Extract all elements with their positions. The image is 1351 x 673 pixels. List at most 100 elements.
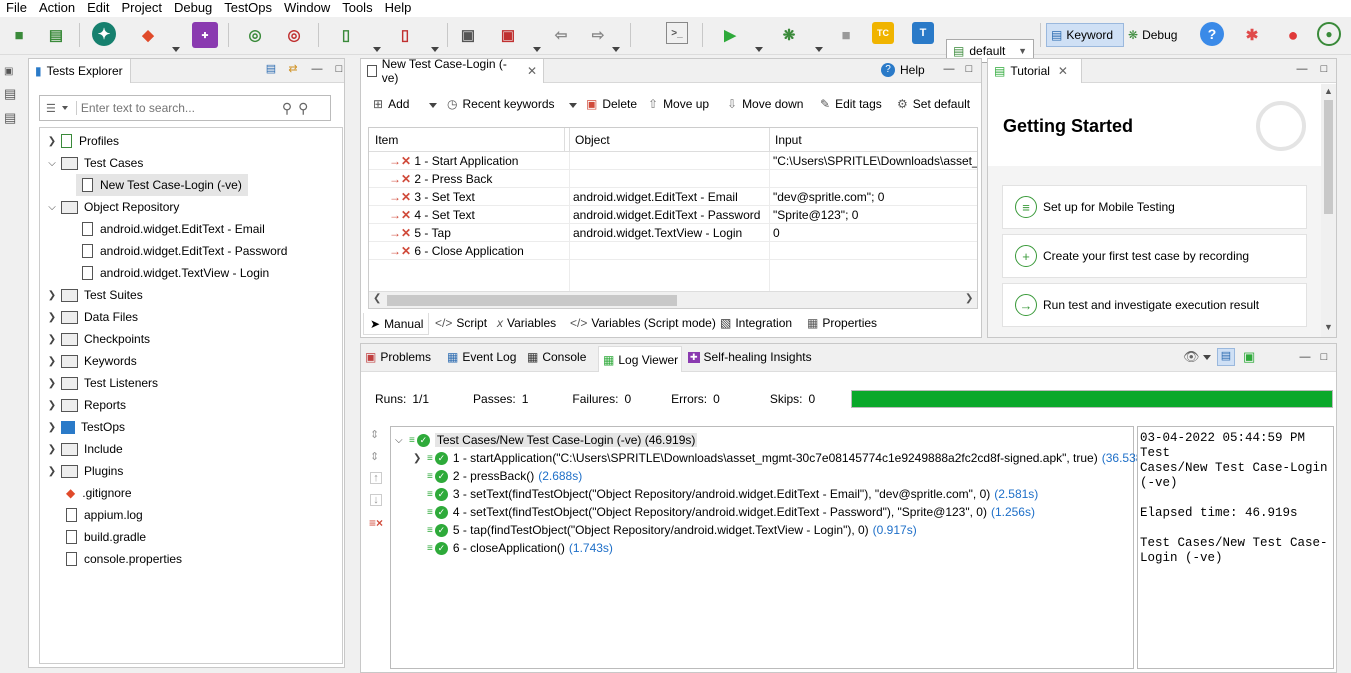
add-button[interactable]: ⊞ Add (373, 97, 409, 111)
collapse-icon[interactable]: ⇕ (370, 428, 379, 441)
chevron-down-icon[interactable]: ⌵ (46, 202, 58, 213)
scroll-down-icon[interactable]: ▼ (1324, 322, 1333, 332)
move-down-button[interactable]: ⇩ Move down (727, 97, 803, 111)
log-step-row[interactable]: ≡ ✓ 4 - setText(findTestObject("Object Rep… (427, 503, 1035, 521)
tree-item-data-files[interactable]: ❯ Data Files (46, 306, 138, 328)
tab-log-viewer[interactable]: ▦ Log Viewer (598, 346, 682, 372)
tab-self-healing[interactable]: ✚ Self-healing Insights (688, 346, 812, 368)
chevron-right-icon[interactable]: ❯ (413, 453, 427, 464)
scroll-left-icon[interactable]: ❮ (373, 293, 381, 304)
tutorial-scrollbar[interactable]: ▲ ▼ (1321, 84, 1336, 337)
log-step-row[interactable]: ≡ ✓ 6 - closeApplication() (1.743s) (427, 539, 613, 557)
menu-file[interactable]: File (0, 0, 33, 17)
next-failure-icon[interactable]: ↓ (370, 494, 382, 506)
scroll-right-icon[interactable]: ❯ (965, 293, 973, 304)
chevron-right-icon[interactable]: ❯ (46, 290, 58, 301)
tree-item-profiles[interactable]: ❯ Profiles (46, 130, 119, 152)
tab-event-log[interactable]: ▦ Event Log (447, 346, 516, 368)
tab-properties[interactable]: ▦ Properties (807, 316, 877, 330)
notification-icon[interactable]: ● (1280, 22, 1306, 48)
tree-item-appium-log[interactable]: appium.log (66, 504, 143, 526)
tab-manual[interactable]: ➤ Manual (363, 313, 429, 335)
log-step-row[interactable]: ❯ ≡ ✓ 1 - startApplication("C:\Users\SPRITL… (413, 449, 1152, 467)
git-icon[interactable]: ◆ (135, 22, 161, 48)
chevron-right-icon[interactable]: ❯ (46, 466, 58, 477)
tree-view-icon[interactable]: ▤ (1217, 348, 1235, 366)
column-input[interactable]: Input (775, 128, 975, 152)
recent-keywords-button[interactable]: ◷ Recent keywords (447, 97, 555, 111)
log-step-row[interactable]: ≡ ✓ 3 - setText(findTestObject("Object Rep… (427, 485, 1038, 503)
tree-item-reports[interactable]: ❯ Reports (46, 394, 126, 416)
log-root-row[interactable]: ⌵ ≡ ✓ Test Cases/New Test Case-Login (-ve) … (395, 431, 698, 449)
show-failures-icon[interactable]: ≡× (369, 516, 383, 530)
tree-item-checkpoints[interactable]: ❯ Checkpoints (46, 328, 150, 350)
tab-test-case-login[interactable]: New Test Case-Login (-ve) ✕ (361, 57, 544, 85)
table-row[interactable]: →✕ 5 - Tap android.widget.TextView - Logi… (369, 224, 977, 242)
eye-icon[interactable]: 👁 (1183, 349, 1200, 365)
run-icon[interactable]: ▶ (717, 22, 743, 48)
minimize-icon[interactable]: — (1296, 64, 1308, 76)
outline-min-icon[interactable]: ▤ (4, 110, 16, 126)
tab-variables[interactable]: x Variables (497, 316, 556, 330)
keyword-mode-toggle[interactable]: ▤ Keyword (1046, 23, 1124, 47)
self-healing-icon[interactable]: ✚ (192, 22, 218, 48)
tab-tutorial[interactable]: ▤ Tutorial ✕ (988, 59, 1082, 83)
tree-item-textview-login[interactable]: android.widget.TextView - Login (82, 262, 269, 284)
add-dropdown-icon[interactable] (429, 103, 437, 108)
set-default-button[interactable]: ⚙ Set default (897, 97, 981, 111)
gift-icon[interactable]: ✱ (1239, 22, 1265, 48)
menu-action[interactable]: Action (33, 0, 81, 17)
windows-spy-icon[interactable]: ▣ (455, 22, 481, 48)
maximize-icon[interactable]: □ (1318, 64, 1330, 76)
stop-icon[interactable]: ■ (833, 22, 859, 48)
menu-testops[interactable]: TestOps (218, 0, 278, 17)
tree-item-plugins[interactable]: ❯ Plugins (46, 460, 124, 482)
log-step-row[interactable]: ≡ ✓ 5 - tap(findTestObject("Object Reposit… (427, 521, 917, 539)
tree-item-console-properties[interactable]: console.properties (66, 548, 182, 570)
collapse-all-icon[interactable]: ▤ (265, 64, 277, 76)
explorer-min-icon[interactable]: ▤ (4, 86, 16, 102)
minimize-icon[interactable]: — (1299, 352, 1311, 364)
chevron-right-icon[interactable]: ❯ (46, 400, 58, 411)
tree-item-test-listeners[interactable]: ❯ Test Listeners (46, 372, 158, 394)
search-input[interactable] (75, 101, 276, 115)
maximize-icon[interactable]: □ (963, 64, 975, 76)
tab-variables-script[interactable]: </> Variables (Script mode) (570, 316, 716, 330)
delete-button[interactable]: ▣ Delete (586, 97, 637, 111)
column-item[interactable]: Item (375, 128, 565, 152)
testcloud-icon[interactable]: TC (872, 22, 894, 44)
card-mobile-setup[interactable]: ≡ Set up for Mobile Testing (1002, 185, 1307, 229)
back-icon[interactable]: ⇦ (548, 22, 574, 48)
forward-icon[interactable]: ⇨ (585, 22, 611, 48)
tab-script[interactable]: </> Script (435, 316, 487, 330)
card-run-test[interactable]: → Run test and investigate execution resu… (1002, 283, 1307, 327)
tree-item-testops[interactable]: ❯ TestOps (46, 416, 125, 438)
chevron-right-icon[interactable]: ❯ (46, 356, 58, 367)
table-row[interactable]: →✕ 3 - Set Text android.widget.EditText -… (369, 188, 977, 206)
chevron-right-icon[interactable]: ❯ (46, 378, 58, 389)
expand-icon[interactable]: ⇕ (370, 450, 379, 463)
scrollbar-thumb[interactable] (1324, 100, 1333, 214)
debug-run-icon[interactable]: ❋ (776, 22, 802, 48)
menu-help[interactable]: Help (379, 0, 418, 17)
save-icon[interactable]: ■ (6, 22, 32, 48)
tree-item-object-repository[interactable]: ⌵ Object Repository (46, 196, 179, 218)
account-icon[interactable]: ● (1317, 22, 1341, 46)
mobile-spy-icon[interactable]: ▯ (333, 22, 359, 48)
close-icon[interactable]: ✕ (527, 64, 537, 78)
help-link[interactable]: ? Help (881, 63, 925, 77)
tree-item-test-cases[interactable]: ⌵ Test Cases (46, 152, 143, 174)
table-row[interactable]: →✕ 2 - Press Back (369, 170, 977, 188)
tab-problems[interactable]: ▣ Problems (365, 346, 431, 368)
column-object[interactable]: Object (575, 128, 765, 152)
mobile-record-icon[interactable]: ▯ (392, 22, 418, 48)
tree-item-keywords[interactable]: ❯ Keywords (46, 350, 137, 372)
save-all-icon[interactable]: ▤ (43, 22, 69, 48)
debug-perspective-toggle[interactable]: ❋ Debug (1128, 23, 1177, 47)
scrollbar-thumb[interactable] (387, 295, 677, 306)
menu-edit[interactable]: Edit (81, 0, 115, 17)
terminal-icon[interactable]: >_ (666, 22, 688, 44)
chevron-right-icon[interactable]: ❯ (46, 312, 58, 323)
prev-failure-icon[interactable]: ↑ (370, 472, 382, 484)
tree-item-build-gradle[interactable]: build.gradle (66, 526, 146, 548)
